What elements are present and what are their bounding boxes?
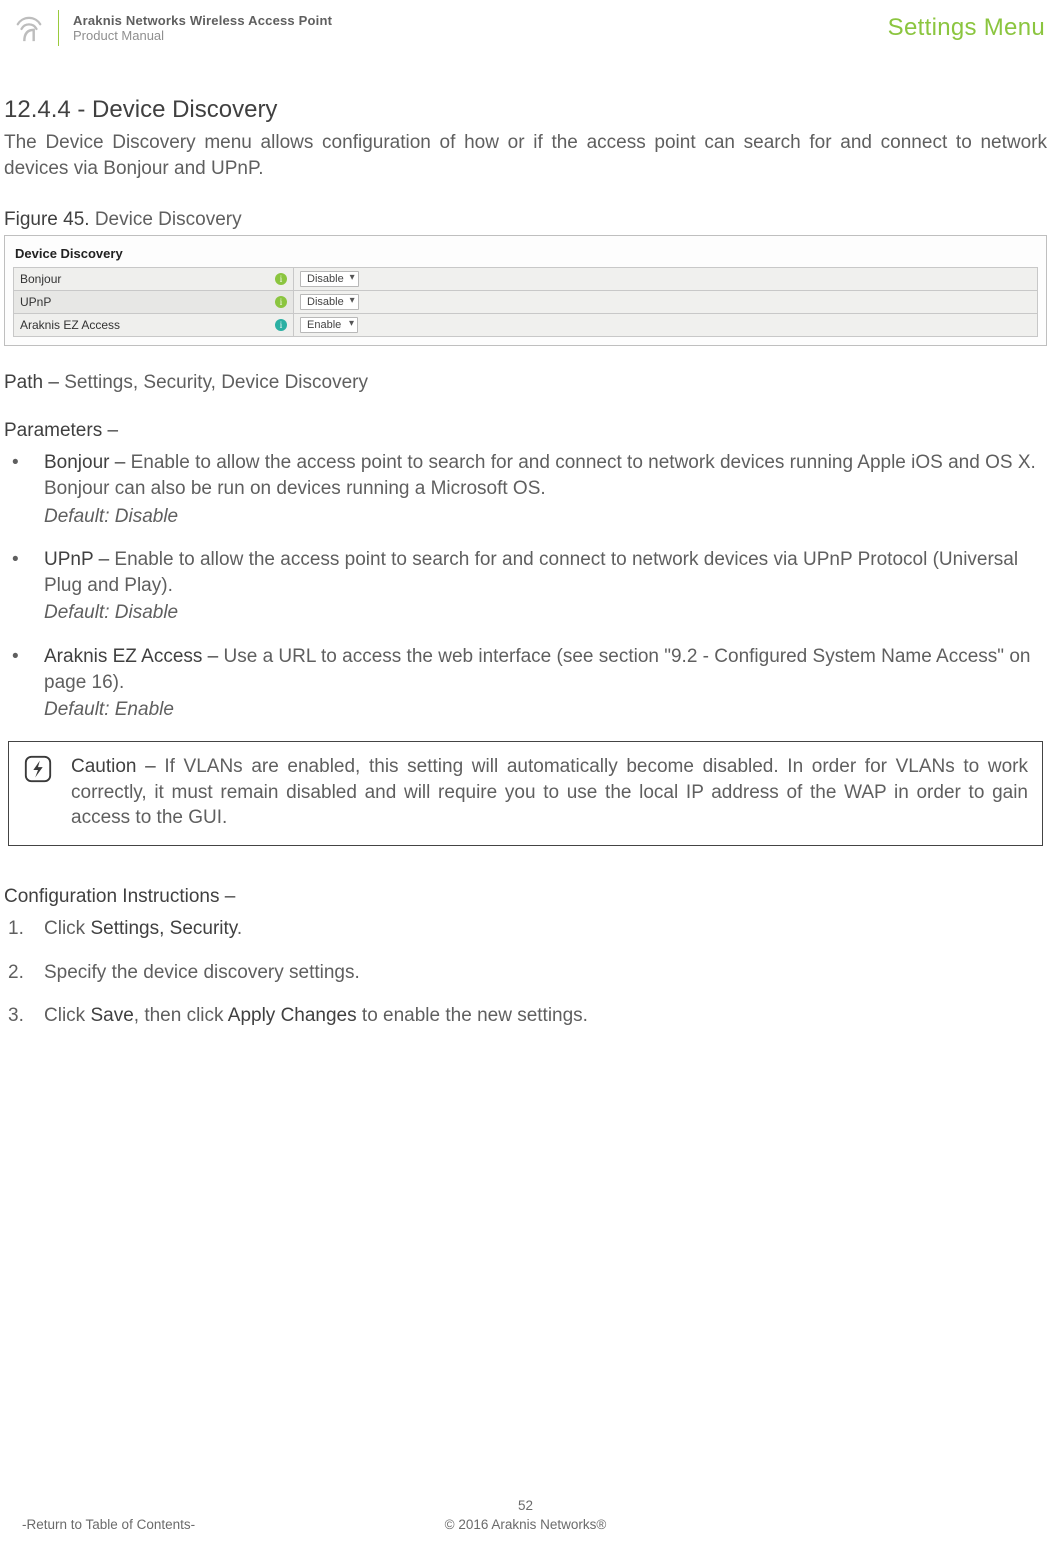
copyright: © 2016 Araknis Networks® [0,1517,1051,1532]
list-item: UPnP – Enable to allow the access point … [4,547,1047,626]
list-item: Araknis EZ Access – Use a URL to access … [4,644,1047,723]
figure-number: Figure 45. [4,209,90,230]
param-default: Default: Disable [44,504,1047,530]
page-number: 52 [0,1498,1051,1513]
path-label: Path – [4,372,64,393]
page-footer: 52 © 2016 Araknis Networks® [0,1498,1051,1532]
param-desc: Enable to allow the access point to sear… [44,549,1018,596]
param-name-ezaccess: Araknis EZ Access – [44,646,224,667]
page-header: Araknis Networks Wireless Access Point P… [0,0,1051,56]
info-icon[interactable]: i [275,273,287,285]
bonjour-select[interactable]: Disable [300,271,359,287]
path-value: Settings, Security, Device Discovery [64,372,368,393]
list-item: Click Settings, Security. [4,916,1047,942]
parameters-heading: Parameters – [4,420,1047,442]
upnp-select[interactable]: Disable [300,294,359,310]
ezaccess-select[interactable]: Enable [300,317,358,333]
figure-caption: Figure 45. Device Discovery [4,209,1047,231]
caution-body-text: If VLANs are enabled, this setting will … [71,756,1028,828]
device-discovery-table: Bonjouri Disable UPnPi Disable Araknis E… [13,267,1038,337]
parameters-list: Bonjour – Enable to allow the access poi… [4,450,1047,723]
table-row: Araknis EZ Accessi Enable [14,314,1038,337]
figure-device-discovery: Device Discovery Bonjouri Disable UPnPi … [4,235,1047,346]
lightning-icon [23,754,53,784]
info-icon[interactable]: i [275,319,287,331]
table-row: Bonjouri Disable [14,268,1038,291]
info-icon[interactable]: i [275,296,287,308]
table-row: UPnPi Disable [14,291,1038,314]
row-label-upnp: UPnPi [14,291,294,314]
caution-text: Caution – If VLANs are enabled, this set… [71,754,1028,831]
figure-title: Device Discovery [90,209,242,230]
product-name: Araknis Networks Wireless Access Point [73,13,332,28]
section-heading: 12.4.4 - Device Discovery [4,96,1047,124]
row-label-bonjour: Bonjouri [14,268,294,291]
list-item: Click Save, then click Apply Changes to … [4,1003,1047,1029]
caution-box: Caution – If VLANs are enabled, this set… [8,741,1043,846]
header-divider [58,10,59,46]
config-instructions-heading: Configuration Instructions – [4,886,1047,908]
param-desc: Enable to allow the access point to sear… [44,452,1036,499]
section-intro: The Device Discovery menu allows configu… [4,130,1047,181]
list-item: Bonjour – Enable to allow the access poi… [4,450,1047,529]
param-name-bonjour: Bonjour – [44,452,131,473]
doc-type: Product Manual [73,28,332,43]
config-steps: Click Settings, Security. Specify the de… [4,916,1047,1029]
param-name-upnp: UPnP – [44,549,114,570]
section-menu-label: Settings Menu [888,14,1045,42]
header-titles: Araknis Networks Wireless Access Point P… [73,13,332,43]
param-default: Default: Disable [44,600,1047,626]
brand-logo-icon [14,11,44,45]
list-item: Specify the device discovery settings. [4,960,1047,986]
panel-title: Device Discovery [13,244,1038,267]
caution-lead: Caution – [71,756,164,777]
param-default: Default: Enable [44,697,1047,723]
row-label-ezaccess: Araknis EZ Accessi [14,314,294,337]
path-line: Path – Settings, Security, Device Discov… [4,372,1047,394]
